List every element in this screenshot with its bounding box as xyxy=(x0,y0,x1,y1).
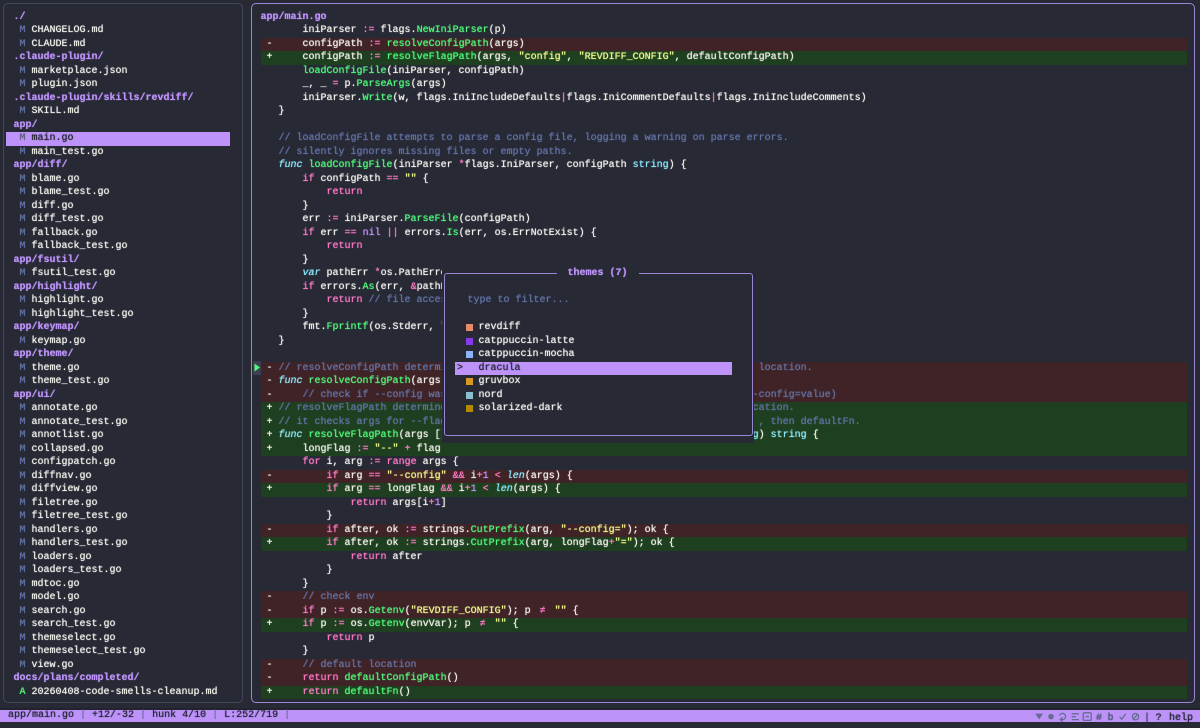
svg-text:b: b xyxy=(1107,712,1113,723)
svg-text:help: help xyxy=(1169,712,1193,723)
svg-text:|: | xyxy=(1144,712,1150,723)
